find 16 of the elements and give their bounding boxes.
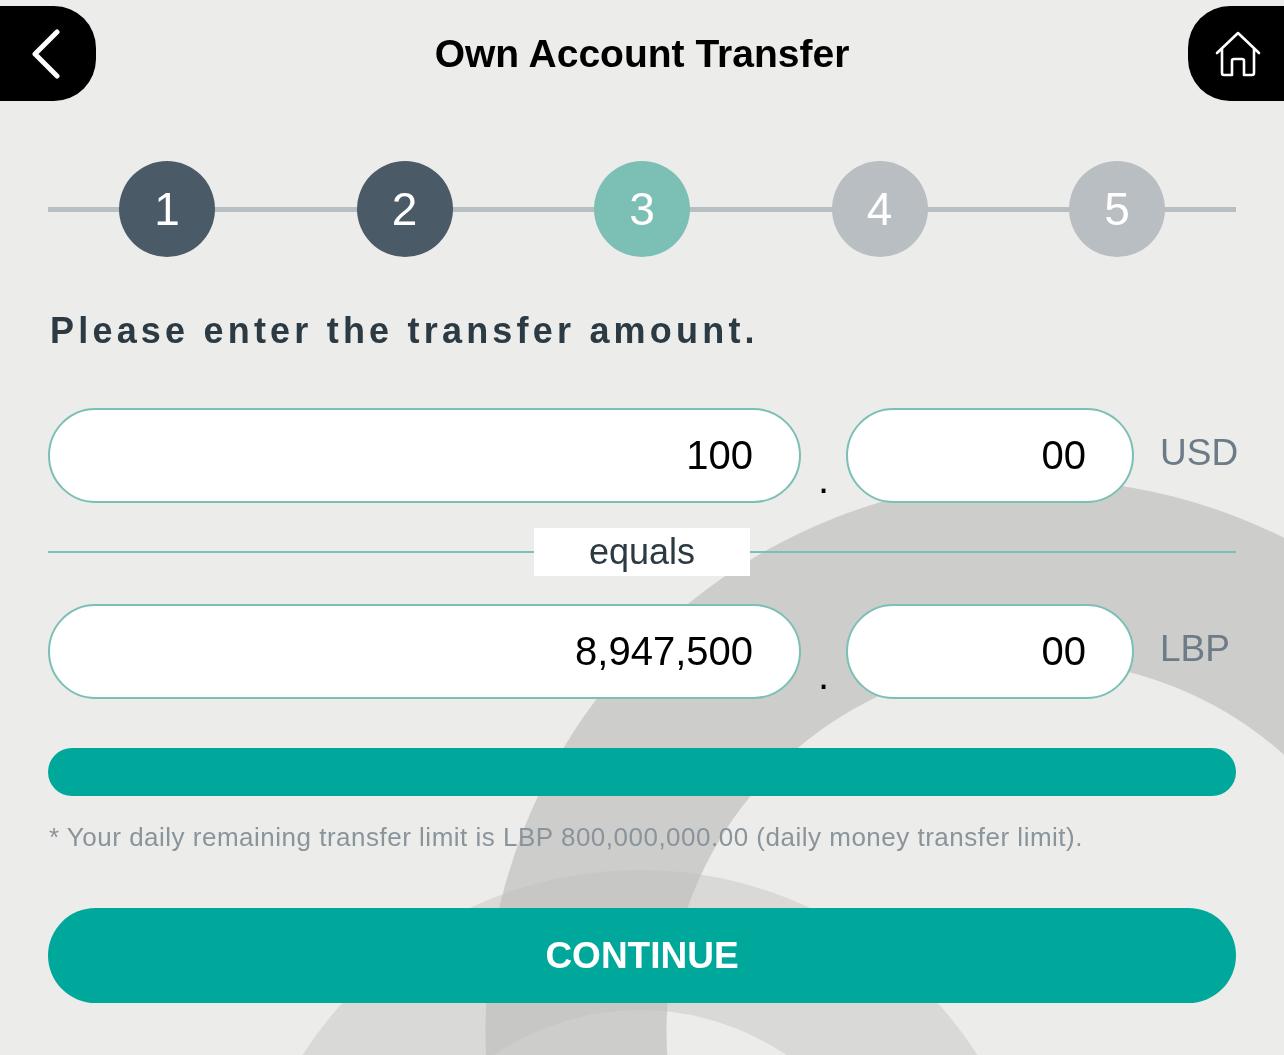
amount-field[interactable]: 8,947,500 bbox=[48, 604, 801, 699]
home-button[interactable] bbox=[1188, 6, 1284, 101]
amount-field[interactable]: 100 bbox=[48, 408, 801, 503]
decimal-point: . bbox=[816, 459, 831, 499]
back-button[interactable] bbox=[0, 6, 96, 101]
home-icon bbox=[1215, 30, 1261, 77]
back-chevron-icon bbox=[31, 28, 61, 79]
decimal-point: . bbox=[816, 655, 831, 695]
prompt-heading: Please enter the transfer amount. bbox=[50, 310, 759, 352]
currency-label: USD bbox=[1160, 434, 1239, 471]
cents-field[interactable]: 00 bbox=[846, 604, 1134, 699]
currency-label: LBP bbox=[1160, 630, 1230, 667]
cents-field[interactable]: 00 bbox=[846, 408, 1134, 503]
equals-label: equals bbox=[534, 528, 750, 576]
page-title: Own Account Transfer bbox=[434, 34, 850, 73]
limit-note: * Your daily remaining transfer limit is LBP 800,000,000.00 (daily money transfer limit). bbox=[49, 821, 1083, 853]
